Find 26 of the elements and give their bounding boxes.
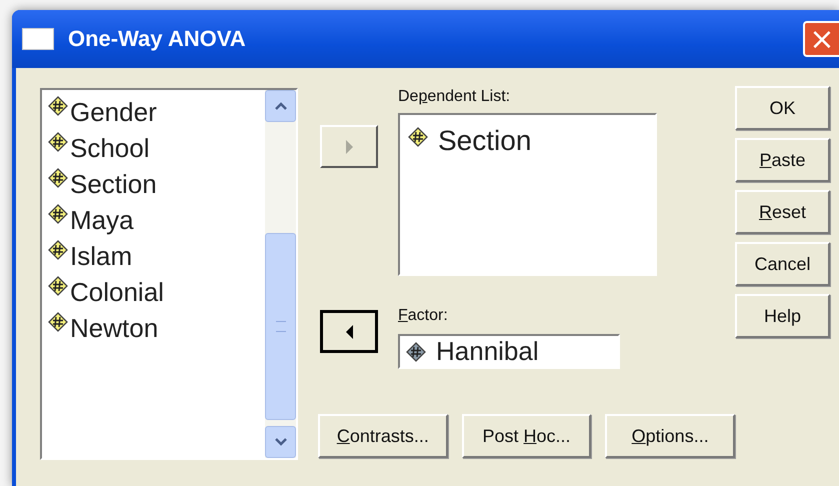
dialog-button[interactable]: Paste xyxy=(735,138,830,182)
dialog-button[interactable]: Cancel xyxy=(735,242,830,286)
dialog-button[interactable]: Help xyxy=(735,294,830,338)
move-button[interactable] xyxy=(320,310,378,353)
window-title: One-Way ANOVA xyxy=(68,26,247,52)
dialog-button[interactable]: Contrasts... xyxy=(318,414,448,458)
variable-item[interactable]: Maya xyxy=(70,202,134,238)
window-icon xyxy=(22,28,54,50)
scroll-up-icon[interactable] xyxy=(274,101,288,111)
variable-item[interactable]: Newton xyxy=(70,310,158,346)
dependent-list-label: Dependent List: xyxy=(398,88,512,107)
scrollbar[interactable] xyxy=(265,90,296,458)
factor-label: Factor: xyxy=(398,307,449,326)
variable-item[interactable]: Section xyxy=(438,125,532,157)
variable-item[interactable]: School xyxy=(70,130,150,166)
variable-item[interactable]: Colonial xyxy=(70,274,164,310)
factor-field[interactable]: Hannibal xyxy=(398,334,620,369)
variable-item[interactable]: Gender xyxy=(70,94,157,130)
close-button[interactable]: × xyxy=(803,21,839,57)
dialog-button[interactable]: Options... xyxy=(605,414,736,458)
variable-item[interactable]: Islam xyxy=(70,238,132,274)
dialog-button[interactable]: OK xyxy=(735,86,830,130)
variable-item[interactable]: Section xyxy=(70,166,157,202)
dialog-button[interactable]: Post Hoc... xyxy=(462,414,592,458)
scroll-down-icon[interactable] xyxy=(274,437,288,447)
dialog-button[interactable]: Reset xyxy=(735,190,830,234)
